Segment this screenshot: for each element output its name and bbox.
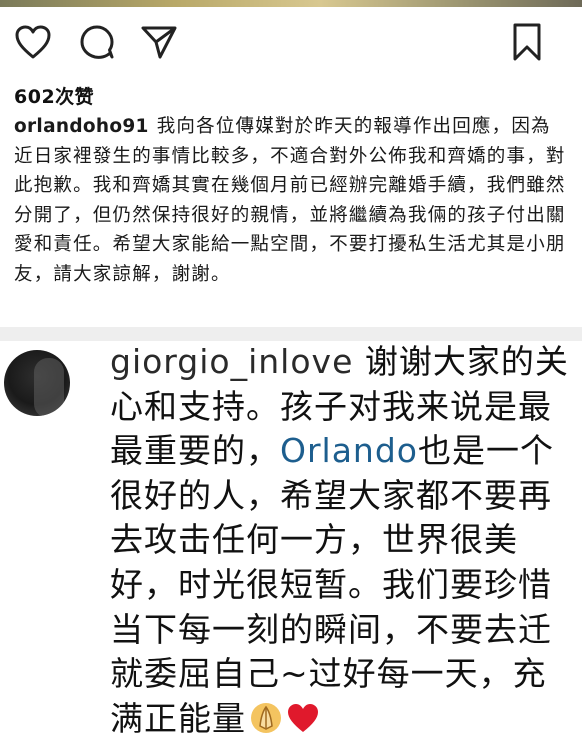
comment-username[interactable]: giorgio_inlove — [110, 342, 353, 381]
caption-text: 我向各位傳媒對於昨天的報導作出回應，因為近日家裡發生的事情比較多，不適合對外公佈… — [14, 116, 566, 285]
bookmark-icon[interactable] — [511, 22, 543, 62]
comment-body: giorgio_inlove 谢谢大家的关心和支持。孩子对我来说是最最重要的，O… — [110, 340, 578, 741]
paper-plane-icon[interactable] — [140, 24, 178, 60]
comment-mention[interactable]: Orlando — [280, 431, 418, 470]
avatar[interactable] — [4, 350, 70, 416]
praying-hands-emoji — [251, 702, 281, 733]
red-heart-emoji — [288, 703, 318, 732]
post-action-bar — [0, 14, 582, 70]
comment-bubble-icon[interactable] — [78, 24, 116, 60]
post-photo-edge — [0, 0, 582, 7]
caption-username[interactable]: orlandoho91 — [14, 116, 149, 137]
likes-count[interactable]: 602次赞 — [14, 82, 94, 109]
post-caption: orlandoho91 我向各位傳媒對於昨天的報導作出回應，因為近日家裡發生的事情… — [14, 112, 569, 289]
heart-outline-icon[interactable] — [14, 24, 52, 60]
comment-text-continued: 也是一个很好的人，希望大家都不要再去攻击任何一方，世界很美好，时光很短暂。我们要… — [110, 431, 554, 738]
section-divider — [0, 327, 582, 341]
